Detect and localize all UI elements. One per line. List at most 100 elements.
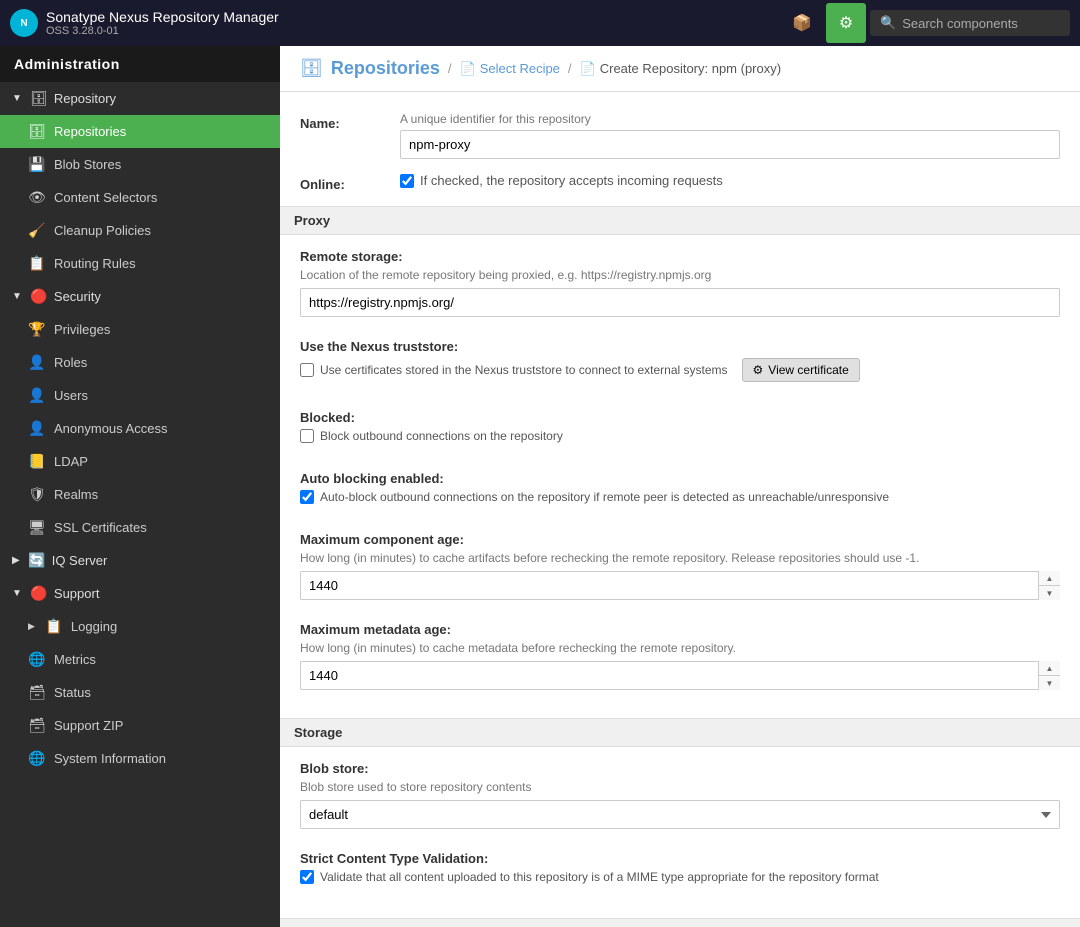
- security-group-icon: 🔴: [30, 288, 48, 305]
- max-metadata-age-input[interactable]: [300, 661, 1060, 690]
- sidebar-item-repositories[interactable]: 🗄 Repositories: [0, 115, 280, 148]
- metrics-icon: 🌐: [28, 651, 46, 668]
- spinner-up-component[interactable]: ▲: [1039, 571, 1060, 586]
- auto-blocking-checkbox[interactable]: [300, 490, 314, 504]
- storage-section-header: Storage: [280, 718, 1080, 747]
- cert-icon: ⚙: [753, 363, 764, 377]
- sidebar-section-security: ▼ 🔴 Security 🏆 Privileges 👤 Roles 👤 User…: [0, 280, 280, 544]
- truststore-checkbox[interactable]: [300, 363, 314, 377]
- sidebar-item-logging-label: Logging: [71, 619, 117, 634]
- max-component-age-label: Maximum component age:: [300, 532, 1060, 547]
- sidebar-item-realms[interactable]: 🛡 Realms: [0, 478, 280, 511]
- sidebar-group-repository[interactable]: ▼ 🗄 Repository: [0, 82, 280, 115]
- strict-content-checkbox[interactable]: [300, 870, 314, 884]
- sidebar-item-anonymous-access[interactable]: 👤 Anonymous Access: [0, 412, 280, 445]
- caret-repository: ▼: [12, 93, 22, 104]
- blocked-section: Blocked: Block outbound connections on t…: [300, 410, 1060, 459]
- breadcrumb-step2: 📄 Create Repository: npm (proxy): [580, 61, 782, 77]
- max-metadata-age-section: Maximum metadata age: How long (in minut…: [300, 622, 1060, 700]
- sidebar-item-ldap[interactable]: 📒 LDAP: [0, 445, 280, 478]
- blob-store-select[interactable]: default: [300, 800, 1060, 829]
- sidebar-item-content-selectors[interactable]: 👁 Content Selectors: [0, 181, 280, 214]
- privileges-icon: 🏆: [28, 321, 46, 338]
- online-checkbox[interactable]: [400, 174, 414, 188]
- online-field-container: If checked, the repository accepts incom…: [400, 173, 1060, 188]
- sidebar-item-support-zip[interactable]: 🗃 Support ZIP: [0, 709, 280, 742]
- breadcrumb-repo-icon: 🗄: [300, 58, 323, 79]
- form-content: Name: A unique identifier for this repos…: [280, 92, 1080, 927]
- sidebar-item-privileges[interactable]: 🏆 Privileges: [0, 313, 280, 346]
- sidebar-item-cleanup-policies[interactable]: 🧹 Cleanup Policies: [0, 214, 280, 247]
- content-area: 🗄 Repositories / 📄 Select Recipe / 📄 Cre…: [280, 46, 1080, 927]
- sidebar-item-blob-stores-label: Blob Stores: [54, 157, 121, 172]
- blocked-row: Block outbound connections on the reposi…: [300, 429, 1060, 443]
- sidebar-item-realms-label: Realms: [54, 487, 98, 502]
- spinner-down-component[interactable]: ▼: [1039, 586, 1060, 600]
- spinner-up-metadata[interactable]: ▲: [1039, 661, 1060, 676]
- blocked-checkbox[interactable]: [300, 429, 314, 443]
- support-zip-icon: 🗃: [28, 717, 46, 734]
- ssl-certificates-icon: 🖥: [28, 519, 46, 536]
- remote-storage-section: Remote storage: Location of the remote r…: [300, 249, 1060, 327]
- spinner-down-metadata[interactable]: ▼: [1039, 676, 1060, 690]
- sidebar-item-users[interactable]: 👤 Users: [0, 379, 280, 412]
- view-certificate-button[interactable]: ⚙ View certificate: [742, 358, 860, 382]
- sidebar-item-status[interactable]: 🗃 Status: [0, 676, 280, 709]
- cleanup-policies-icon: 🧹: [28, 222, 46, 239]
- max-metadata-age-spinner: ▲ ▼: [300, 661, 1060, 690]
- search-input[interactable]: [902, 16, 1062, 31]
- breadcrumb-sep2: /: [568, 61, 572, 76]
- max-component-age-hint: How long (in minutes) to cache artifacts…: [300, 551, 1060, 565]
- sidebar-item-roles[interactable]: 👤 Roles: [0, 346, 280, 379]
- repository-group-icon: 🗄: [30, 90, 48, 107]
- sidebar-item-ldap-label: LDAP: [54, 454, 88, 469]
- max-metadata-age-label: Maximum metadata age:: [300, 622, 1060, 637]
- max-component-age-input[interactable]: [300, 571, 1060, 600]
- logging-icon: 📋: [45, 618, 63, 635]
- sidebar-group-iq-server[interactable]: ▶ 🔄 IQ Server: [0, 544, 280, 577]
- sidebar-group-support[interactable]: ▼ 🔴 Support: [0, 577, 280, 610]
- blob-stores-icon: 💾: [28, 156, 46, 173]
- iq-server-group-label: IQ Server: [52, 553, 108, 568]
- sidebar-item-blob-stores[interactable]: 💾 Blob Stores: [0, 148, 280, 181]
- sidebar-item-system-information[interactable]: 🌐 System Information: [0, 742, 280, 775]
- sidebar-group-security[interactable]: ▼ 🔴 Security: [0, 280, 280, 313]
- settings-icon-btn[interactable]: ⚙: [826, 3, 866, 43]
- auto-blocking-section: Auto blocking enabled: Auto-block outbou…: [300, 471, 1060, 520]
- blocked-label: Blocked:: [300, 410, 1060, 425]
- brand: N Sonatype Nexus Repository Manager OSS …: [10, 9, 782, 37]
- max-component-age-spinner: ▲ ▼: [300, 571, 1060, 600]
- sidebar-item-routing-rules[interactable]: 📋 Routing Rules: [0, 247, 280, 280]
- sidebar-item-logging[interactable]: ▶ 📋 Logging: [0, 610, 280, 643]
- box-icon-btn[interactable]: 📦: [782, 3, 822, 43]
- content-header: 🗄 Repositories / 📄 Select Recipe / 📄 Cre…: [280, 46, 1080, 92]
- sidebar-item-roles-label: Roles: [54, 355, 87, 370]
- sidebar-item-anonymous-access-label: Anonymous Access: [54, 421, 167, 436]
- breadcrumb-step1[interactable]: 📄 Select Recipe: [460, 61, 560, 77]
- content-selectors-icon: 👁: [28, 189, 46, 206]
- online-label: Online:: [300, 173, 400, 192]
- sidebar-item-repositories-label: Repositories: [54, 124, 126, 139]
- name-input[interactable]: [400, 130, 1060, 159]
- routing-rule-section-header: Routing Rule: [280, 918, 1080, 927]
- sidebar-item-ssl-certificates[interactable]: 🖥 SSL Certificates: [0, 511, 280, 544]
- name-label: Name:: [300, 112, 400, 131]
- breadcrumb-root[interactable]: Repositories: [331, 58, 440, 79]
- strict-content-label: Strict Content Type Validation:: [300, 851, 1060, 866]
- sidebar-item-metrics[interactable]: 🌐 Metrics: [0, 643, 280, 676]
- caret-support: ▼: [12, 588, 22, 599]
- repositories-icon: 🗄: [28, 123, 46, 140]
- strict-content-section: Strict Content Type Validation: Validate…: [300, 851, 1060, 900]
- sidebar-section-support: ▼ 🔴 Support ▶ 📋 Logging 🌐 Metrics 🗃 Stat…: [0, 577, 280, 775]
- sidebar-item-content-selectors-label: Content Selectors: [54, 190, 157, 205]
- anonymous-access-icon: 👤: [28, 420, 46, 437]
- max-metadata-age-hint: How long (in minutes) to cache metadata …: [300, 641, 1060, 655]
- sidebar-section-iq-server: ▶ 🔄 IQ Server: [0, 544, 280, 577]
- truststore-label: Use the Nexus truststore:: [300, 339, 1060, 354]
- remote-storage-hint: Location of the remote repository being …: [300, 268, 1060, 282]
- sidebar: Administration ▼ 🗄 Repository 🗄 Reposito…: [0, 46, 280, 927]
- app-title: Sonatype Nexus Repository Manager: [46, 9, 279, 25]
- sidebar-item-metrics-label: Metrics: [54, 652, 96, 667]
- auto-blocking-label: Auto blocking enabled:: [300, 471, 1060, 486]
- remote-storage-input[interactable]: [300, 288, 1060, 317]
